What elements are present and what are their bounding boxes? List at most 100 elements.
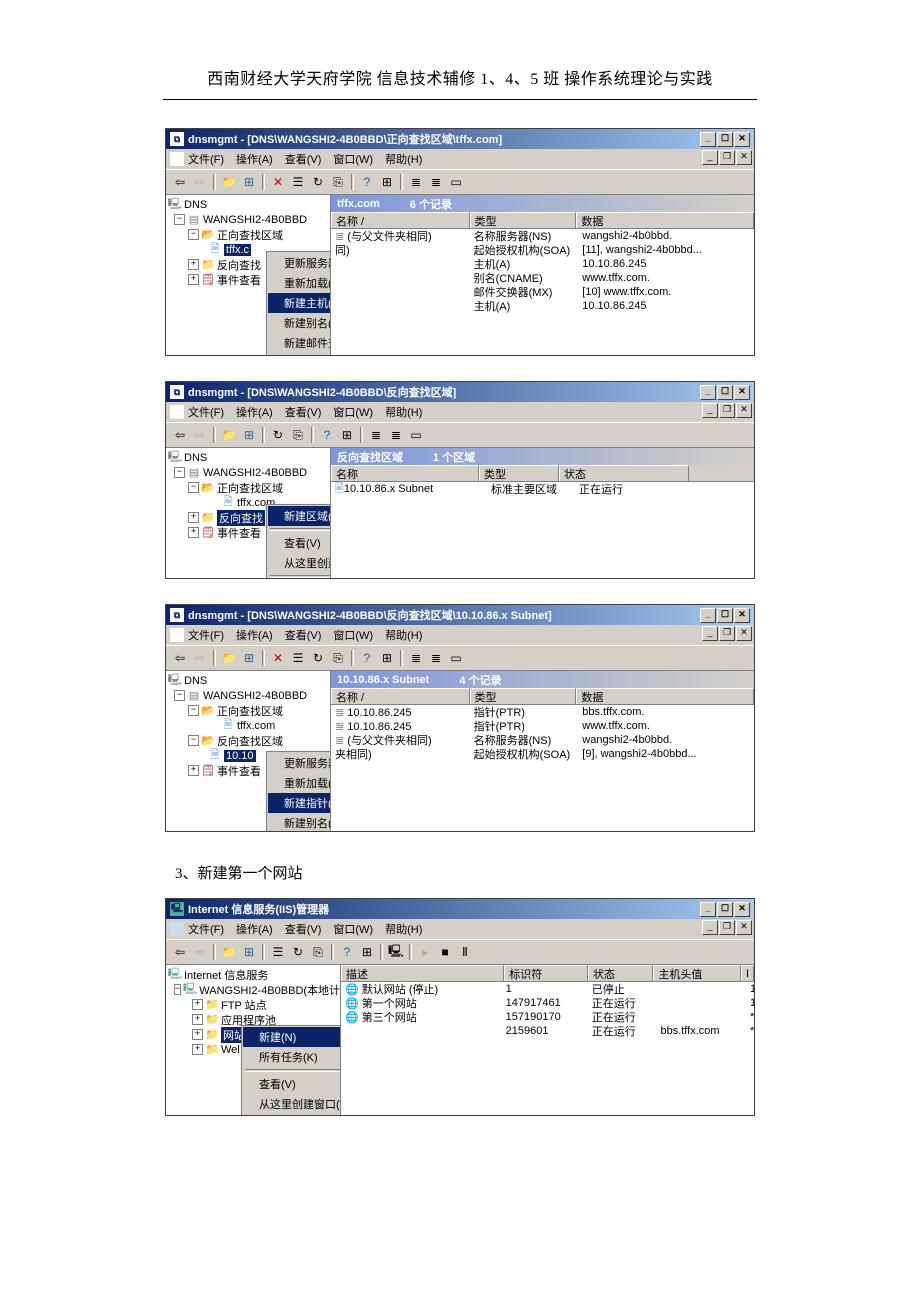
list-row[interactable]: 🌐 第三个网站157190170正在运行* xyxy=(341,1010,754,1024)
ctx-update[interactable]: 更新服务器数据文件(U) xyxy=(268,753,331,773)
maximize-button[interactable]: ☐ xyxy=(717,385,733,400)
ctx-newptr[interactable]: 新建指针(PTR)(P)... xyxy=(268,793,331,813)
col-status[interactable]: 状态 xyxy=(559,465,689,481)
expand-icon[interactable]: + xyxy=(188,765,199,776)
menu-window[interactable]: 窗口(W) xyxy=(333,921,373,937)
maximize-button[interactable]: ☐ xyxy=(717,608,733,623)
tree-server[interactable]: WANGSHI2-4B0BBD(本地计 xyxy=(199,982,340,998)
ctx-newalias[interactable]: 新建别名(CNAME)(A)... xyxy=(268,813,331,831)
up-button[interactable]: 📁 xyxy=(219,648,239,668)
expand-icon[interactable]: + xyxy=(192,1044,203,1055)
ctx-newwin[interactable]: 从这里创建窗口(W) xyxy=(243,1094,341,1114)
filter-button[interactable]: ▭ xyxy=(446,648,466,668)
tree-ftp[interactable]: FTP 站点 xyxy=(221,997,267,1013)
minimize-button[interactable]: _ xyxy=(700,608,716,623)
mdi-minimize-button[interactable]: _ xyxy=(702,150,718,165)
menu-help[interactable]: 帮助(H) xyxy=(385,627,422,643)
back-button[interactable]: ⇦ xyxy=(170,648,190,668)
tree-evt[interactable]: 事件查看 xyxy=(217,272,261,288)
properties-button[interactable]: ☰ xyxy=(288,172,308,192)
col-data[interactable]: 数据 xyxy=(576,688,754,704)
pause-button[interactable]: Ⅱ xyxy=(455,942,475,962)
export-button[interactable]: ⎘ xyxy=(328,172,348,192)
ctx-newhost[interactable]: 新建主机(A)(S)... xyxy=(268,293,331,313)
show-tree-button[interactable]: ⊞ xyxy=(239,172,259,192)
expand-icon[interactable]: + xyxy=(188,512,199,523)
menu-action[interactable]: 操作(A) xyxy=(236,404,273,420)
mdi-restore-button[interactable]: ❐ xyxy=(719,403,735,418)
tree-evt[interactable]: 事件查看 xyxy=(217,763,261,779)
menu-view[interactable]: 查看(V) xyxy=(285,921,322,937)
list-row[interactable]: 🌐 第一个网站147917461正在运行1 xyxy=(341,996,754,1010)
refresh-button[interactable]: ↻ xyxy=(308,172,328,192)
menu-action[interactable]: 操作(A) xyxy=(236,921,273,937)
expand-icon[interactable]: − xyxy=(188,735,199,746)
expand-icon[interactable]: + xyxy=(192,1014,203,1025)
close-button[interactable]: ✕ xyxy=(734,385,750,400)
tree-server[interactable]: WANGSHI2-4B0BBD xyxy=(203,467,307,479)
col-host[interactable]: 主机头值 xyxy=(653,965,741,981)
col-data[interactable]: 数据 xyxy=(576,212,754,228)
filter-button[interactable]: ▭ xyxy=(406,425,426,445)
up-button[interactable]: 📁 xyxy=(219,172,239,192)
view-button[interactable]: ⊞ xyxy=(377,172,397,192)
up-button[interactable]: 📁 xyxy=(219,942,239,962)
help-button[interactable]: ? xyxy=(337,942,357,962)
tree-button[interactable]: ⊞ xyxy=(239,425,259,445)
menu-file[interactable]: 文件(F) xyxy=(188,404,224,420)
tree-zone[interactable]: tffx.c xyxy=(224,244,251,256)
menu-action[interactable]: 操作(A) xyxy=(236,627,273,643)
tree-subnet[interactable]: 10.10 xyxy=(224,750,256,762)
expand-icon[interactable]: + xyxy=(192,1029,203,1040)
list-row[interactable]: ≣ (与父文件夹相同)名称服务器(NS)wangshi2-4b0bbd. xyxy=(331,229,754,243)
back-button[interactable]: ⇦ xyxy=(170,425,190,445)
view-button[interactable]: ⊞ xyxy=(357,942,377,962)
menu-window[interactable]: 窗口(W) xyxy=(333,151,373,167)
back-button[interactable]: ⇦ xyxy=(170,172,190,192)
start-button[interactable]: ▸ xyxy=(415,942,435,962)
list-row[interactable]: ≣ 10.10.86.245指针(PTR)www.tffx.com. xyxy=(331,719,754,733)
menu-view[interactable]: 查看(V) xyxy=(285,404,322,420)
col-status[interactable]: 状态 xyxy=(588,965,653,981)
menu-view[interactable]: 查看(V) xyxy=(285,151,322,167)
tree-dns[interactable]: DNS xyxy=(184,675,207,687)
ctx-newdom[interactable]: 新建域(O)... xyxy=(268,353,331,355)
refresh-button[interactable]: ↻ xyxy=(268,425,288,445)
ctx-view[interactable]: 查看(V)▸ xyxy=(243,1074,341,1094)
view-button[interactable]: ⊞ xyxy=(377,648,397,668)
detail-button[interactable]: ≣ xyxy=(426,648,446,668)
tree-zone[interactable]: tffx.com xyxy=(237,720,275,732)
detail-button[interactable]: ≣ xyxy=(386,425,406,445)
tree-button[interactable]: ⊞ xyxy=(239,648,259,668)
col-type[interactable]: 类型 xyxy=(470,688,577,704)
mdi-minimize-button[interactable]: _ xyxy=(702,920,718,935)
ctx-alltasks[interactable]: 所有任务(K)▸ xyxy=(243,1047,341,1067)
mdi-minimize-button[interactable]: _ xyxy=(702,626,718,641)
menu-view[interactable]: 查看(V) xyxy=(285,627,322,643)
mdi-restore-button[interactable]: ❐ xyxy=(719,920,735,935)
expand-icon[interactable]: − xyxy=(188,229,199,240)
tree-server[interactable]: WANGSHI2-4B0BBD xyxy=(203,690,307,702)
delete-button[interactable]: ✕ xyxy=(268,172,288,192)
menu-action[interactable]: 操作(A) xyxy=(236,151,273,167)
refresh-button[interactable]: ↻ xyxy=(288,942,308,962)
up-button[interactable]: 📁 xyxy=(219,425,239,445)
col-type[interactable]: 类型 xyxy=(470,212,577,228)
col-id[interactable]: 标识符 xyxy=(504,965,588,981)
list-button[interactable]: ≣ xyxy=(406,172,426,192)
tree-fwd[interactable]: 正向查找区域 xyxy=(217,227,283,243)
list-row[interactable]: 2159601正在运行bbs.tffx.com* xyxy=(341,1024,754,1038)
tree-server[interactable]: WANGSHI2-4B0BBD xyxy=(203,214,307,226)
expand-icon[interactable]: + xyxy=(192,999,203,1010)
menu-help[interactable]: 帮助(H) xyxy=(385,404,422,420)
expand-icon[interactable]: − xyxy=(174,214,185,225)
maximize-button[interactable]: ☐ xyxy=(717,132,733,147)
expand-icon[interactable]: − xyxy=(188,482,199,493)
forward-button[interactable]: ⇨ xyxy=(190,172,210,192)
tree-dns[interactable]: DNS xyxy=(184,452,207,464)
export-button[interactable]: ⎘ xyxy=(328,648,348,668)
list-button[interactable]: ≣ xyxy=(406,648,426,668)
list-row[interactable]: 主机(A)10.10.86.245 xyxy=(331,299,754,313)
list-row[interactable]: 别名(CNAME)www.tffx.com. xyxy=(331,271,754,285)
tree-evt[interactable]: 事件查看 xyxy=(217,525,261,541)
